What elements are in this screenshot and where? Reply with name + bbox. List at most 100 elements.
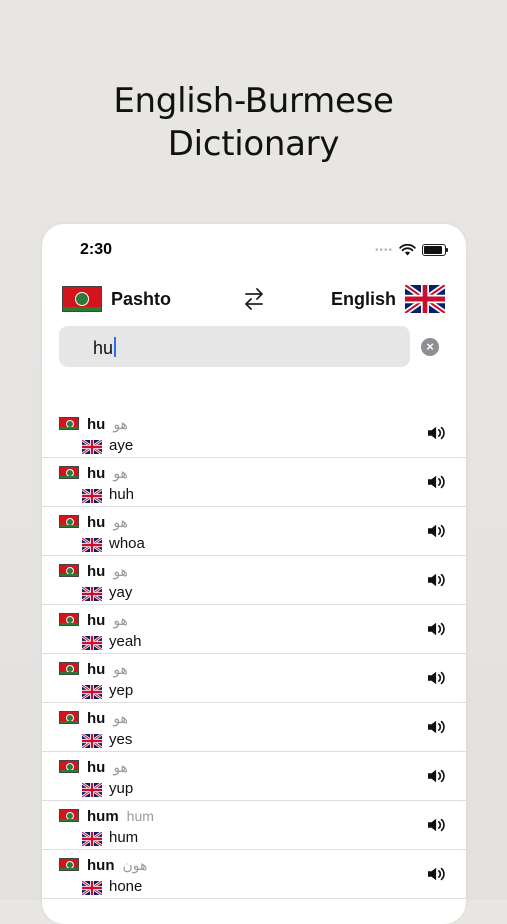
result-row[interactable]: hu هو yup	[42, 752, 466, 801]
result-row[interactable]: hu هو huh	[42, 458, 466, 507]
language-bar: Pashto English	[42, 284, 466, 314]
result-term-text: hu	[87, 710, 106, 727]
text-caret	[114, 337, 117, 357]
uk-flag-icon	[82, 734, 102, 748]
result-translation: yup	[109, 780, 134, 797]
result-row[interactable]: hu هو aye	[42, 409, 466, 458]
afghanistan-flag-icon	[59, 417, 79, 430]
status-time: 2:30	[80, 241, 113, 258]
phone-screen: 2:30 •••• Pashto English hu × hu هو aye	[42, 224, 466, 924]
speaker-icon[interactable]	[426, 424, 448, 447]
uk-flag-icon	[82, 489, 102, 503]
afghanistan-flag-icon	[59, 809, 79, 822]
result-row[interactable]: hu هو yeah	[42, 605, 466, 654]
search-input[interactable]: hu	[59, 326, 410, 367]
uk-flag-icon[interactable]	[405, 285, 445, 313]
result-term-text: hum	[87, 808, 119, 825]
afghanistan-flag-icon	[59, 515, 79, 528]
result-native-script: هو	[113, 416, 128, 432]
speaker-icon[interactable]	[426, 865, 448, 888]
afghanistan-flag-icon	[59, 858, 79, 871]
result-translation: yes	[109, 731, 133, 748]
result-native-script: هو	[113, 612, 128, 628]
uk-flag-icon	[82, 881, 102, 895]
speaker-icon[interactable]	[426, 669, 448, 692]
swap-languages-icon[interactable]	[242, 286, 266, 312]
result-native-script: hum	[126, 808, 154, 824]
result-row[interactable]: hu هو yep	[42, 654, 466, 703]
target-language-button[interactable]: English	[331, 289, 396, 310]
promo-headline-line-2: Dictionary	[167, 124, 340, 164]
status-icons: ••••	[374, 244, 448, 256]
result-native-script: هو	[113, 465, 128, 481]
result-translation: whoa	[109, 535, 145, 552]
result-term-text: hu	[87, 759, 106, 776]
results-list: hu هو aye hu هو huh hu هو whoa hu هو yay hu هو yeah hu ه…	[42, 409, 466, 899]
result-native-script: هو	[113, 661, 128, 677]
result-row[interactable]: hu هو yay	[42, 556, 466, 605]
search-input-value: hu	[93, 338, 114, 358]
uk-flag-icon	[82, 440, 102, 454]
result-term-text: hu	[87, 661, 106, 678]
result-translation: yeah	[109, 633, 142, 650]
uk-flag-icon	[82, 783, 102, 797]
afghanistan-flag-icon	[59, 662, 79, 675]
result-row[interactable]: hum hum hum	[42, 801, 466, 850]
result-translation: hone	[109, 878, 143, 895]
clear-search-icon[interactable]: ×	[421, 338, 439, 356]
result-row[interactable]: hu هو yes	[42, 703, 466, 752]
speaker-icon[interactable]	[426, 718, 448, 741]
speaker-icon[interactable]	[426, 816, 448, 839]
result-term: hu هو	[87, 563, 128, 580]
speaker-icon[interactable]	[426, 767, 448, 790]
signal-icon: ••••	[374, 244, 393, 256]
speaker-icon[interactable]	[426, 473, 448, 496]
result-translation: hum	[109, 829, 139, 846]
uk-flag-icon	[82, 587, 102, 601]
result-term: hum hum	[87, 808, 154, 825]
result-translation: yep	[109, 682, 134, 699]
result-term-text: hu	[87, 514, 106, 531]
result-term: hun هون	[87, 857, 147, 874]
source-language-button[interactable]: Pashto	[111, 289, 171, 310]
uk-flag-icon	[82, 832, 102, 846]
result-term: hu هو	[87, 759, 128, 776]
afghanistan-flag-icon	[59, 613, 79, 626]
result-translation: aye	[109, 437, 134, 454]
result-row[interactable]: hun هون hone	[42, 850, 466, 899]
wifi-icon	[399, 244, 416, 256]
result-term: hu هو	[87, 465, 128, 482]
result-term-text: hu	[87, 416, 106, 433]
afghanistan-flag-icon[interactable]	[62, 286, 102, 312]
afghanistan-flag-icon	[59, 711, 79, 724]
afghanistan-flag-icon	[59, 564, 79, 577]
result-term-text: hu	[87, 612, 106, 629]
uk-flag-icon	[82, 685, 102, 699]
result-term-text: hun	[87, 857, 115, 874]
result-native-script: هو	[113, 563, 128, 579]
result-term: hu هو	[87, 661, 128, 678]
result-term-text: hu	[87, 563, 106, 580]
result-native-script: هو	[113, 759, 128, 775]
result-translation: yay	[109, 584, 133, 601]
uk-flag-icon	[82, 636, 102, 650]
uk-flag-icon	[82, 538, 102, 552]
result-term: hu هو	[87, 612, 128, 629]
speaker-icon[interactable]	[426, 620, 448, 643]
afghanistan-flag-icon	[59, 760, 79, 773]
afghanistan-flag-icon	[59, 466, 79, 479]
promo-headline: English-Burmese Dictionary	[0, 80, 507, 166]
result-term: hu هو	[87, 514, 128, 531]
result-term: hu هو	[87, 416, 128, 433]
result-term: hu هو	[87, 710, 128, 727]
result-translation: huh	[109, 486, 135, 503]
result-term-text: hu	[87, 465, 106, 482]
battery-icon	[422, 244, 448, 256]
speaker-icon[interactable]	[426, 571, 448, 594]
result-native-script: هو	[113, 514, 128, 530]
speaker-icon[interactable]	[426, 522, 448, 545]
result-native-script: هو	[113, 710, 128, 726]
result-row[interactable]: hu هو whoa	[42, 507, 466, 556]
promo-headline-line-1: English-Burmese	[113, 81, 394, 121]
result-native-script: هون	[122, 857, 148, 873]
